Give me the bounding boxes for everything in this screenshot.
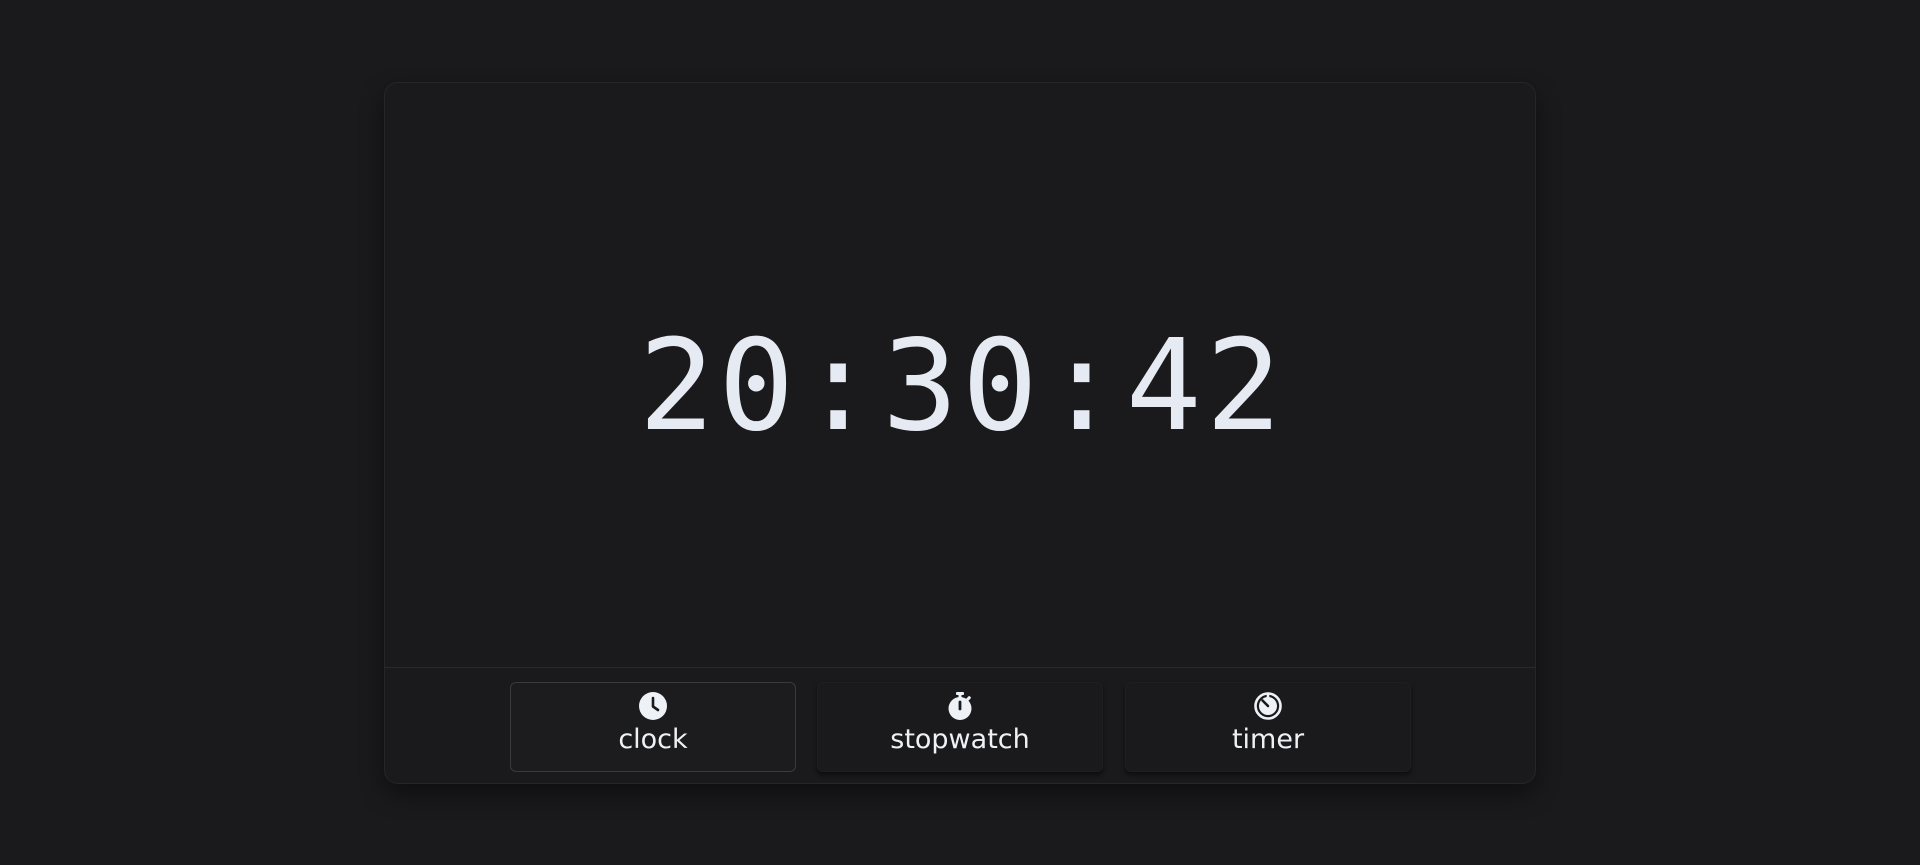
time-readout: 20 : 30 : 42 [639, 312, 1286, 459]
tab-timer-label: timer [1231, 724, 1305, 755]
tab-clock[interactable]: clock [510, 682, 796, 772]
time-display-area: 20 : 30 : 42 [385, 83, 1535, 667]
hours-value: 20 [638, 311, 799, 459]
minutes-value: 30 [882, 311, 1042, 459]
app-card: 20 : 30 : 42 clock stopwatch timer [384, 82, 1536, 784]
tab-clock-label: clock [618, 724, 688, 755]
stopwatch-icon [948, 692, 972, 720]
timer-icon [1254, 692, 1282, 720]
time-separator: : [800, 311, 881, 459]
seconds-value: 42 [1125, 311, 1286, 459]
clock-icon [639, 692, 667, 720]
tab-timer[interactable]: timer [1125, 682, 1411, 772]
tab-stopwatch[interactable]: stopwatch [817, 682, 1103, 772]
time-separator: : [1043, 311, 1124, 459]
tab-stopwatch-label: stopwatch [890, 724, 1030, 755]
mode-nav-bar: clock stopwatch timer [385, 667, 1535, 783]
